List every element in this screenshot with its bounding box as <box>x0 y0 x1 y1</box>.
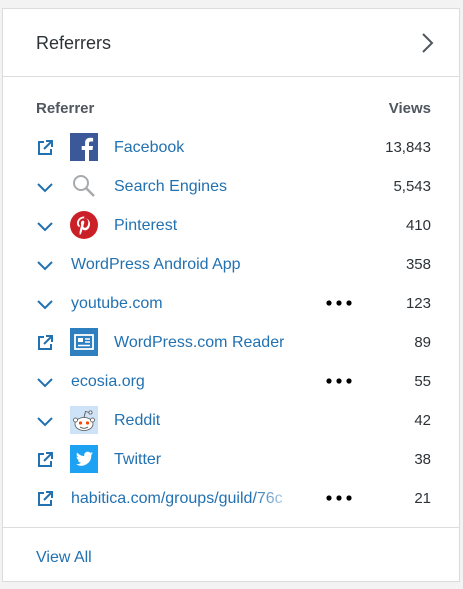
external-link-icon[interactable] <box>35 138 55 158</box>
referrer-row-ecosia[interactable]: ecosia.org 55 <box>3 362 459 401</box>
referrer-label[interactable]: WordPress.com Reader <box>114 334 284 352</box>
search-icon <box>73 175 95 197</box>
chevron-down-icon[interactable] <box>35 294 55 314</box>
card-header[interactable]: Referrers <box>3 9 459 77</box>
chevron-down-icon[interactable] <box>35 255 55 275</box>
card-footer: View All <box>3 527 459 581</box>
column-header-referrer: Referrer <box>36 100 95 117</box>
ellipsis-icon[interactable] <box>325 490 353 506</box>
referrer-views: 89 <box>414 334 431 351</box>
twitter-icon <box>70 445 98 473</box>
chevron-down-icon[interactable] <box>35 216 55 236</box>
referrer-row-twitter[interactable]: Twitter 38 <box>3 440 459 479</box>
referrer-label[interactable]: ecosia.org <box>71 373 145 391</box>
external-link-icon[interactable] <box>35 450 55 470</box>
referrers-card: Referrers Referrer Views Facebook 13,843 <box>2 8 460 582</box>
referrer-label[interactable]: Reddit <box>114 412 160 430</box>
referrer-row-habitica[interactable]: habitica.com/groups/guild/76c 21 <box>3 479 459 518</box>
chevron-down-icon[interactable] <box>35 372 55 392</box>
referrer-row-facebook[interactable]: Facebook 13,843 <box>3 128 459 167</box>
reddit-icon <box>70 406 98 434</box>
referrer-row-wordpress-reader[interactable]: WordPress.com Reader 89 <box>3 323 459 362</box>
referrer-views: 21 <box>414 490 431 507</box>
referrer-label[interactable]: youtube.com <box>71 295 163 313</box>
referrer-row-pinterest[interactable]: Pinterest 410 <box>3 206 459 245</box>
referrer-views: 5,543 <box>393 178 431 195</box>
referrer-label[interactable]: WordPress Android App <box>71 256 241 274</box>
chevron-right-icon[interactable] <box>417 31 437 55</box>
external-link-icon[interactable] <box>35 333 55 353</box>
referrer-list: Facebook 13,843 Search Engines 5,543 Pin… <box>3 128 459 518</box>
reader-icon <box>70 328 98 356</box>
chevron-down-icon[interactable] <box>35 411 55 431</box>
referrer-row-youtube[interactable]: youtube.com 123 <box>3 284 459 323</box>
referrer-row-reddit[interactable]: Reddit 42 <box>3 401 459 440</box>
referrer-label[interactable]: habitica.com/groups/guild/76c <box>71 490 299 508</box>
view-all-link[interactable]: View All <box>36 549 92 567</box>
external-link-icon[interactable] <box>35 489 55 509</box>
referrer-row-search-engines[interactable]: Search Engines 5,543 <box>3 167 459 206</box>
referrer-views: 55 <box>414 373 431 390</box>
referrer-views: 38 <box>414 451 431 468</box>
referrer-label[interactable]: Facebook <box>114 139 184 157</box>
referrer-views: 13,843 <box>385 139 431 156</box>
facebook-icon <box>70 133 98 161</box>
ellipsis-icon[interactable] <box>325 295 353 311</box>
referrer-label[interactable]: Search Engines <box>114 178 227 196</box>
pinterest-icon <box>70 211 98 239</box>
column-header-views: Views <box>388 100 431 117</box>
ellipsis-icon[interactable] <box>325 373 353 389</box>
referrer-views: 42 <box>414 412 431 429</box>
referrer-views: 410 <box>405 217 431 234</box>
referrer-views: 123 <box>405 295 431 312</box>
card-title: Referrers <box>36 33 112 53</box>
referrer-label[interactable]: Twitter <box>114 451 161 469</box>
referrer-row-wordpress-android-app[interactable]: WordPress Android App 358 <box>3 245 459 284</box>
referrer-views: 358 <box>405 256 431 273</box>
referrer-label[interactable]: Pinterest <box>114 217 177 235</box>
chevron-down-icon[interactable] <box>35 177 55 197</box>
